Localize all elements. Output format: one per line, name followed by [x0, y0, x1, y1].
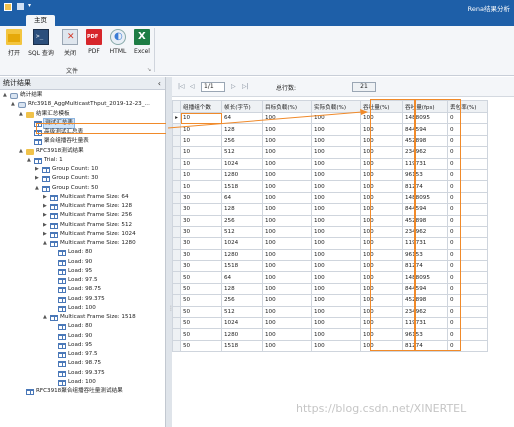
- annotation-arrow: [167, 109, 368, 129]
- annotation-arrow-head: [360, 109, 368, 115]
- annotation-arrow-line: [167, 111, 363, 129]
- watermark: https://blog.csdn.net/XINERTEL: [296, 402, 467, 415]
